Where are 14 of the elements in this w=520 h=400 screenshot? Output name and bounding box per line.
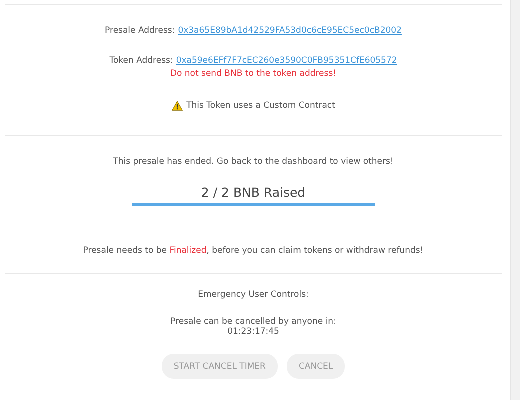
notice-text: This Token uses a Custom Contract xyxy=(186,101,336,111)
address-label: Presale Address: xyxy=(105,26,176,36)
section-title: Emergency User Controls: xyxy=(198,290,309,300)
countdown-timer: 01:23:17:45 xyxy=(228,327,280,337)
warning-icon xyxy=(172,101,183,111)
finalize-notice: Presale needs to be Finalized, before you can claim tokens or withdraw refunds! xyxy=(83,246,424,256)
status-text: This presale has ended. Go back to the dashboard to view others! xyxy=(113,157,394,167)
address-label: Token Address: xyxy=(110,56,174,66)
address-link[interactable]: 0x3a65E89bA1d42529FA53d0c6cE95EC5ec0cB2002 xyxy=(178,26,402,36)
countdown-label: Presale can be cancelled by anyone in: xyxy=(170,317,336,327)
raised-amount: 2 / 2 BNB Raised xyxy=(201,185,306,200)
warning-text: Do not send BNB to the token address! xyxy=(170,69,337,79)
scrollbar[interactable] xyxy=(510,0,520,400)
address-link[interactable]: 0xa59e6EFf7F7cEC260e3590C0FB95351CfE605572 xyxy=(176,56,398,66)
